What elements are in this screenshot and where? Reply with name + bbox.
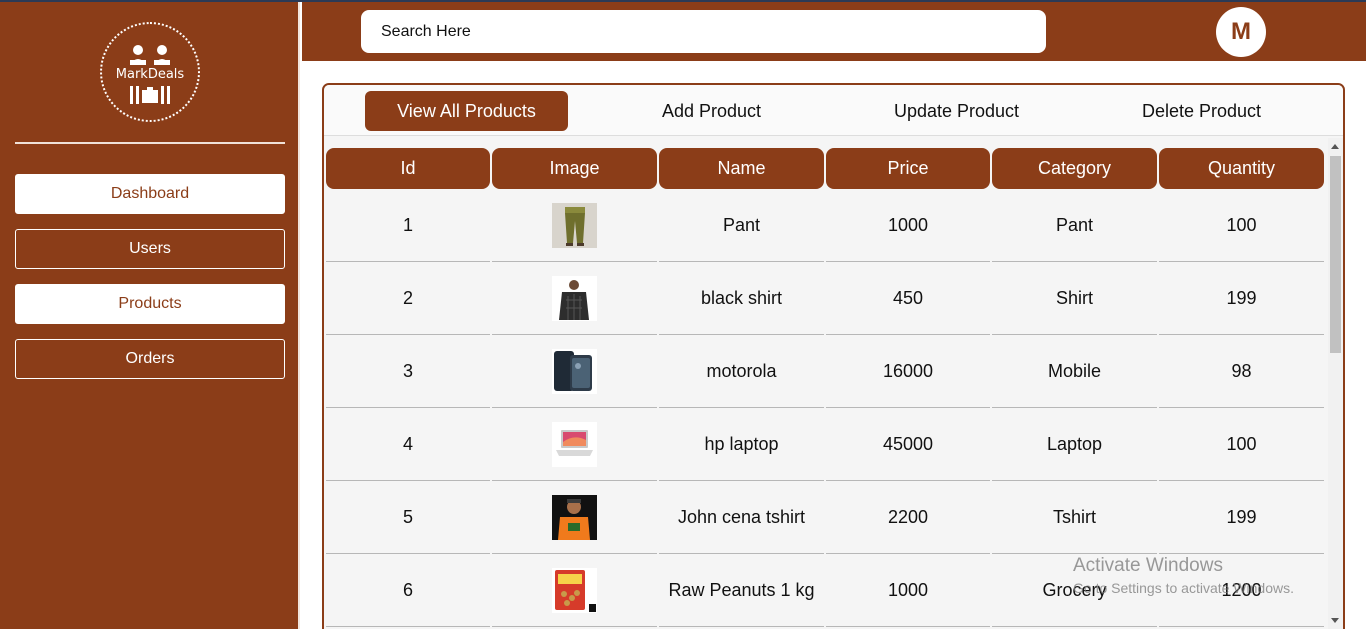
sidebar: MarkDeals Dashboard Users Products Order… bbox=[0, 2, 300, 629]
cell-name: Pant bbox=[659, 190, 824, 262]
top-header: M bbox=[302, 2, 1366, 61]
cell-quantity: 199 bbox=[1159, 482, 1324, 554]
cell-id: 1 bbox=[326, 190, 490, 262]
cell-category: Laptop bbox=[992, 409, 1157, 481]
table-scrollbar[interactable] bbox=[1328, 138, 1343, 629]
column-header-quantity[interactable]: Quantity bbox=[1159, 148, 1324, 189]
cell-category: Grocery bbox=[992, 555, 1157, 627]
peanuts-image bbox=[552, 568, 597, 613]
cell-name: motorola bbox=[659, 336, 824, 408]
cell-image bbox=[492, 336, 657, 408]
cell-id: 5 bbox=[326, 482, 490, 554]
cell-price: 1000 bbox=[826, 555, 990, 627]
search-input[interactable] bbox=[361, 10, 1046, 53]
cell-image bbox=[492, 263, 657, 335]
cell-image bbox=[492, 482, 657, 554]
motorola-image bbox=[552, 349, 597, 394]
cell-price: 16000 bbox=[826, 336, 990, 408]
table-row[interactable]: 4 hp laptop 45000 Laptop 100 bbox=[326, 409, 1326, 482]
cell-id: 2 bbox=[326, 263, 490, 335]
table-row[interactable]: 6 Raw Peanuts 1 kg 1000 Grocery 1200 bbox=[326, 555, 1326, 628]
cell-quantity: 100 bbox=[1159, 190, 1324, 262]
cell-name: John cena tshirt bbox=[659, 482, 824, 554]
cell-quantity: 1200 bbox=[1159, 555, 1324, 627]
tab-update-product[interactable]: Update Product bbox=[854, 91, 1059, 131]
laptop-image bbox=[552, 422, 597, 467]
table-row[interactable]: 2 black shirt 450 Shirt 199 bbox=[326, 263, 1326, 336]
tab-delete-product[interactable]: Delete Product bbox=[1099, 91, 1304, 131]
product-tabs: View All Products Add Product Update Pro… bbox=[324, 85, 1343, 136]
cell-price: 1000 bbox=[826, 190, 990, 262]
scroll-up-icon[interactable] bbox=[1331, 144, 1339, 149]
cell-image bbox=[492, 555, 657, 627]
table-row[interactable]: 1 Pant 1000 Pant 100 bbox=[326, 190, 1326, 263]
cell-image bbox=[492, 409, 657, 481]
tab-view-all-products[interactable]: View All Products bbox=[365, 91, 568, 131]
cell-quantity: 199 bbox=[1159, 263, 1324, 335]
black-shirt-image bbox=[552, 276, 597, 321]
cell-name: hp laptop bbox=[659, 409, 824, 481]
cell-id: 6 bbox=[326, 555, 490, 627]
cell-price: 450 bbox=[826, 263, 990, 335]
products-panel: View All Products Add Product Update Pro… bbox=[322, 83, 1345, 629]
column-header-price[interactable]: Price bbox=[826, 148, 990, 189]
cell-name: black shirt bbox=[659, 263, 824, 335]
tab-add-product[interactable]: Add Product bbox=[609, 91, 814, 131]
logo-text: MarkDeals bbox=[115, 67, 185, 82]
cell-price: 2200 bbox=[826, 482, 990, 554]
table-row[interactable]: 5 John cena tshirt 2200 Tshirt 199 bbox=[326, 482, 1326, 555]
table-row[interactable]: 3 motorola 16000 Mobile 98 bbox=[326, 336, 1326, 409]
tshirt-image bbox=[552, 495, 597, 540]
cell-name: Raw Peanuts 1 kg bbox=[659, 555, 824, 627]
table-header: Id Image Name Price Category Quantity bbox=[326, 148, 1326, 189]
sidebar-divider bbox=[15, 142, 285, 144]
column-header-name[interactable]: Name bbox=[659, 148, 824, 189]
scroll-thumb[interactable] bbox=[1330, 156, 1341, 353]
sidebar-item-users[interactable]: Users bbox=[15, 229, 285, 269]
markdeals-logo[interactable]: MarkDeals bbox=[100, 22, 200, 122]
column-header-id[interactable]: Id bbox=[326, 148, 490, 189]
cell-quantity: 100 bbox=[1159, 409, 1324, 481]
cell-category: Shirt bbox=[992, 263, 1157, 335]
sidebar-item-products[interactable]: Products bbox=[15, 284, 285, 324]
cell-category: Tshirt bbox=[992, 482, 1157, 554]
cell-image bbox=[492, 190, 657, 262]
cell-id: 3 bbox=[326, 336, 490, 408]
avatar[interactable]: M bbox=[1216, 7, 1266, 57]
cell-price: 45000 bbox=[826, 409, 990, 481]
cell-quantity: 98 bbox=[1159, 336, 1324, 408]
sidebar-item-orders[interactable]: Orders bbox=[15, 339, 285, 379]
cell-category: Pant bbox=[992, 190, 1157, 262]
scroll-down-icon[interactable] bbox=[1331, 618, 1339, 623]
pant-image bbox=[552, 203, 597, 248]
sidebar-item-dashboard[interactable]: Dashboard bbox=[15, 174, 285, 214]
column-header-image[interactable]: Image bbox=[492, 148, 657, 189]
cell-id: 4 bbox=[326, 409, 490, 481]
column-header-category[interactable]: Category bbox=[992, 148, 1157, 189]
cell-category: Mobile bbox=[992, 336, 1157, 408]
